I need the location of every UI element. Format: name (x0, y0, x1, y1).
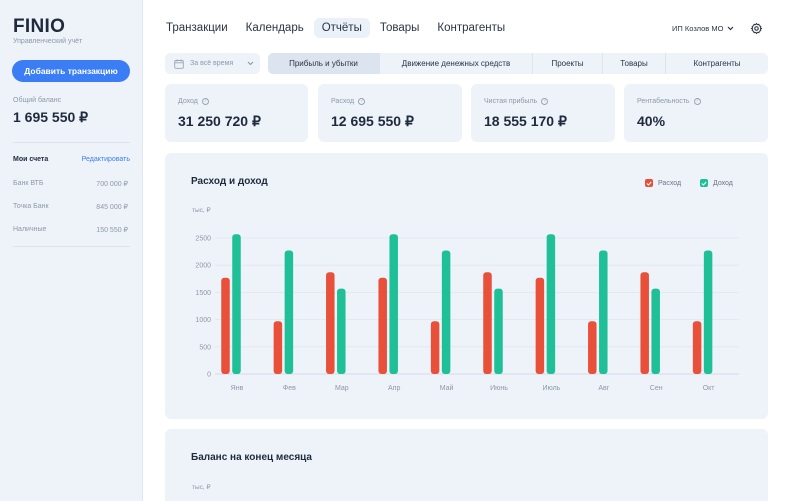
accounts-title: Мои счета (13, 156, 49, 163)
logo: FINIO (13, 16, 66, 37)
nav-reports[interactable]: Отчёты (313, 18, 370, 38)
sidebar-divider (13, 246, 130, 247)
bar-income (232, 234, 241, 374)
total-balance-value: 1 695 550 ₽ (13, 109, 89, 125)
chevron-down-icon (247, 61, 254, 66)
period-label: За всё время (190, 60, 234, 67)
info-icon[interactable]: ? (201, 98, 209, 105)
sidebar: FINIO Управленческий учёт Добавить транз… (0, 0, 143, 501)
x-tick-label: Сен (650, 385, 663, 392)
accounts-edit-link[interactable]: Редактировать (82, 156, 130, 163)
bar-expense (378, 277, 387, 374)
user-selector[interactable]: ИП Козлов МО (672, 24, 734, 33)
account-amount: 700 000 ₽ (96, 181, 128, 188)
y-tick-label: 2000 (195, 263, 211, 270)
bar-expense (535, 277, 545, 374)
balance-y-unit: тыс, ₽ (192, 484, 211, 491)
gear-icon[interactable] (750, 22, 763, 35)
bar-income (337, 288, 346, 374)
user-name: ИП Козлов МО (672, 24, 724, 33)
bar-expense (588, 321, 597, 374)
y-tick-label: 2500 (195, 236, 211, 243)
y-tick-label: 0 (207, 372, 211, 379)
bar-income (284, 250, 294, 374)
y-tick-label: 1000 (195, 317, 211, 324)
chevron-down-icon (728, 26, 734, 31)
stat-label: Рентабельность (637, 98, 690, 105)
info-icon[interactable]: ? (358, 98, 366, 105)
y-tick-label: 1500 (195, 290, 211, 297)
account-row[interactable]: Наличные 150 550 ₽ (13, 226, 128, 234)
stat-value: 18 555 170 ₽ (484, 113, 567, 129)
account-name: Банк ВТБ (13, 180, 44, 187)
stat-card-profitability: Рентабельность? 40% (624, 84, 768, 142)
total-balance-label: Общий баланс (13, 97, 62, 104)
tab-profit-loss[interactable]: Прибыль и убытки (268, 53, 380, 74)
stat-value: 31 250 720 ₽ (178, 113, 261, 129)
bar-income (546, 234, 556, 374)
stat-label: Расход (331, 98, 355, 105)
logo-subtitle: Управленческий учёт (13, 38, 83, 45)
stat-label: Доход (178, 98, 198, 105)
nav-products[interactable]: Товары (372, 18, 428, 38)
bar-expense (326, 272, 335, 374)
bar-income (599, 250, 608, 374)
account-amount: 150 550 ₽ (96, 227, 128, 234)
tab-products[interactable]: Товары (603, 53, 666, 74)
x-tick-label: Окт (703, 385, 716, 392)
x-tick-label: Фев (283, 385, 296, 392)
nav-transactions[interactable]: Транзакции (158, 18, 236, 38)
tab-projects[interactable]: Проекты (533, 53, 603, 74)
stat-label: Чистая прибыль (484, 98, 538, 105)
bar-income (494, 288, 503, 374)
account-row[interactable]: Точка Банк 845 000 ₽ (13, 203, 128, 211)
x-tick-label: Авг (598, 385, 609, 392)
account-amount: 845 000 ₽ (96, 204, 128, 211)
bar-expense (273, 321, 283, 374)
top-nav: Транзакции Календарь Отчёты Товары Контр… (158, 18, 513, 38)
stat-value: 12 695 550 ₽ (331, 113, 414, 129)
balance-panel-title: Баланс на конец месяца (191, 452, 312, 463)
expense-income-chart-panel: Расход и доход Расход Доход тыс, ₽ 0 500 1… (165, 153, 768, 419)
bar-chart: 0 500 1000 1500 2000 2500 Янв Фев Мар Апр Май Июнь И… (195, 234, 739, 392)
bar-income (389, 234, 398, 374)
accounts-header: Мои счета Редактировать (13, 156, 130, 163)
stat-card-income: Доход? 31 250 720 ₽ (165, 84, 308, 142)
x-tick-label: Май (440, 384, 454, 392)
x-tick-label: Июнь (490, 385, 508, 392)
stat-card-net-profit: Чистая прибыль? 18 555 170 ₽ (471, 84, 615, 142)
bar-expense (692, 321, 702, 374)
sidebar-divider (13, 142, 130, 143)
period-selector[interactable]: За всё время (165, 53, 260, 74)
calendar-icon (174, 59, 184, 69)
bar-income (651, 288, 660, 374)
account-row[interactable]: Банк ВТБ 700 000 ₽ (13, 180, 128, 188)
stat-value: 40% (637, 113, 666, 129)
bar-expense (221, 277, 230, 374)
tab-cash-flow[interactable]: Движение денежных средств (380, 53, 533, 74)
bar-income (441, 250, 451, 374)
bar-income (703, 250, 713, 374)
account-name: Наличные (13, 226, 47, 233)
info-icon[interactable]: ? (541, 98, 549, 105)
x-tick-label: Мар (335, 385, 349, 392)
balance-panel: Баланс на конец месяца тыс, ₽ (165, 429, 768, 501)
y-tick-label: 500 (199, 344, 211, 351)
info-icon[interactable]: ? (693, 98, 701, 105)
x-tick-label: Янв (231, 385, 244, 392)
nav-counterparties[interactable]: Контрагенты (429, 18, 513, 38)
bar-expense (483, 272, 492, 374)
stat-card-expense: Расход? 12 695 550 ₽ (318, 84, 462, 142)
nav-calendar[interactable]: Календарь (238, 18, 312, 38)
tab-counterparties[interactable]: Контрагенты (666, 53, 768, 74)
add-transaction-button[interactable]: Добавить транзакцию (12, 60, 130, 82)
x-tick-label: Июль (542, 385, 560, 392)
bar-expense (640, 272, 649, 374)
account-name: Точка Банк (13, 203, 49, 210)
bar-expense (430, 321, 440, 374)
report-tabs: Прибыль и убытки Движение денежных средс… (268, 53, 768, 74)
x-tick-label: Апр (388, 385, 400, 392)
